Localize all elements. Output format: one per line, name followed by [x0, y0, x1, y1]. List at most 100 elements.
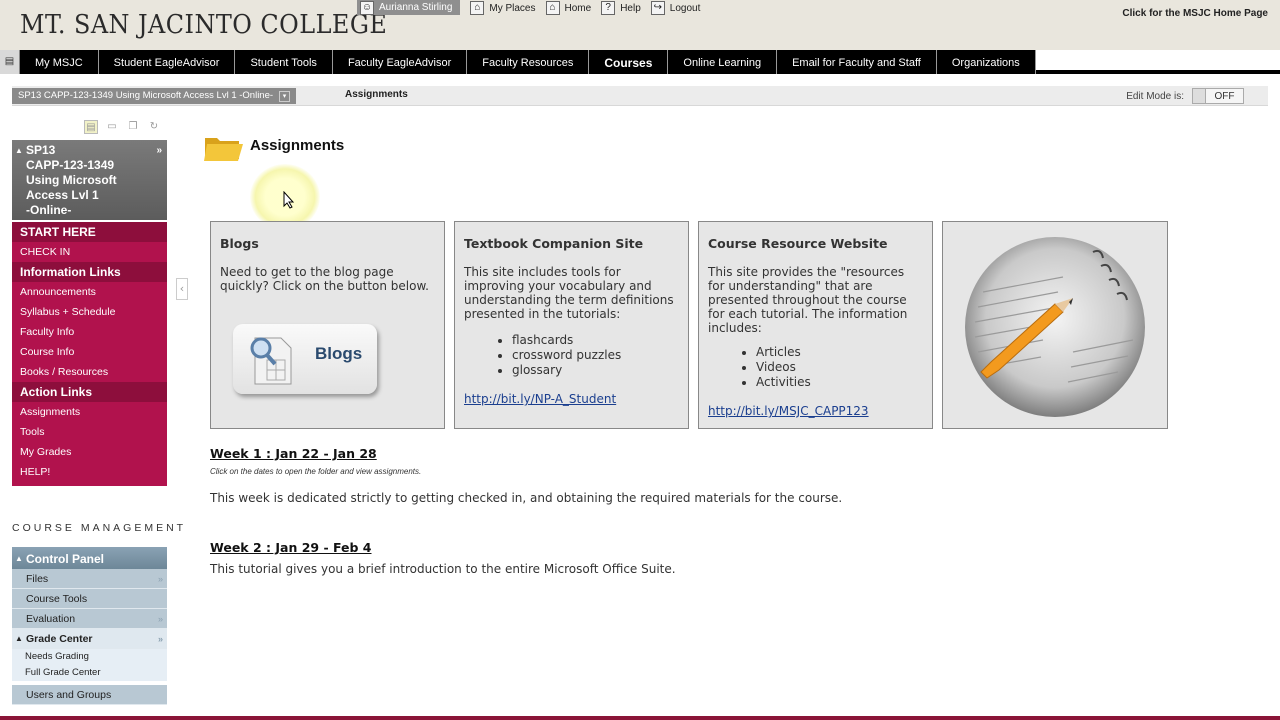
- college-logo[interactable]: MT. SAN JACINTO COLLEGE: [20, 10, 387, 40]
- menu-item-check-in[interactable]: CHECK IN: [12, 242, 167, 262]
- menu-item-help[interactable]: HELP!: [12, 462, 167, 482]
- course-title-line: Access Lvl 1: [26, 188, 99, 202]
- collapse-icon: ▲: [15, 554, 23, 563]
- logout-icon: ↪: [650, 1, 665, 15]
- help-link[interactable]: ? Help: [601, 0, 641, 16]
- list-view-icon[interactable]: ▤: [84, 120, 98, 134]
- control-panel-header[interactable]: ▲ Control Panel: [12, 547, 167, 569]
- user-name: Aurianna Stirling: [379, 2, 453, 13]
- cp-subitem-needs-grading[interactable]: Needs Grading: [12, 649, 167, 665]
- logout-label: Logout: [669, 2, 701, 14]
- cp-item-grade-center[interactable]: ▲ Grade Center »: [12, 629, 167, 649]
- help-label: Help: [620, 2, 641, 14]
- cp-item-label: Grade Center: [26, 633, 93, 645]
- week-1-description: This week is dedicated strictly to getti…: [210, 491, 843, 505]
- my-places-link[interactable]: ⌂ My Places: [470, 0, 536, 16]
- collapse-menu-icon[interactable]: ‹: [176, 278, 188, 300]
- blogs-button[interactable]: Blogs: [233, 324, 377, 394]
- textbook-text: This site includes tools for improving y…: [464, 265, 674, 321]
- header: MT. SAN JACINTO COLLEGE ☺ Aurianna Stirl…: [0, 0, 1280, 50]
- collapse-icon: ▲: [15, 634, 23, 643]
- week-2: Week 2 : Jan 29 - Feb 4 This tutorial gi…: [210, 540, 676, 576]
- breadcrumb-course-label: SP13 CAPP-123-1349 Using Microsoft Acces…: [18, 90, 274, 101]
- tab-email[interactable]: Email for Faculty and Staff: [777, 50, 937, 74]
- msjc-home-page-link[interactable]: Click for the MSJC Home Page: [1122, 8, 1268, 19]
- menu-view-icons: ▤ ▭ ❐ ↻: [84, 120, 161, 134]
- tab-courses[interactable]: Courses: [589, 50, 669, 74]
- logout-link[interactable]: ↪ Logout: [650, 0, 701, 16]
- course-menu: START HERE CHECK IN Information Links An…: [12, 222, 167, 486]
- collapse-icon[interactable]: ▲: [15, 143, 23, 158]
- help-icon: ?: [601, 1, 616, 15]
- dropdown-icon[interactable]: ▾: [279, 90, 291, 102]
- menu-heading-action-links: Action Links: [12, 382, 167, 402]
- list-item: Articles: [756, 345, 923, 360]
- user-icon: ☺: [360, 0, 374, 15]
- home-link[interactable]: ⌂ Home: [545, 0, 592, 16]
- course-title[interactable]: ▲ » SP13 CAPP-123-1349 Using Microsoft A…: [12, 140, 167, 220]
- tab-my-msjc[interactable]: My MSJC: [20, 50, 99, 74]
- my-places-label: My Places: [489, 2, 536, 14]
- edit-mode-value: OFF: [1214, 90, 1235, 102]
- breadcrumb-page: Assignments: [345, 89, 408, 100]
- chevron-right-icon: »: [157, 574, 163, 584]
- course-resource-link[interactable]: http://bit.ly/MSJC_CAPP123: [708, 404, 923, 418]
- expand-menu-icon[interactable]: »: [156, 143, 162, 158]
- tab-online-learning[interactable]: Online Learning: [668, 50, 778, 74]
- course-title-line: CAPP-123-1349: [26, 158, 115, 172]
- cp-item-files[interactable]: Files »: [12, 569, 167, 589]
- breadcrumb: SP13 CAPP-123-1349 Using Microsoft Acces…: [12, 86, 1268, 106]
- cp-item-label: Files: [26, 573, 49, 585]
- cp-item-evaluation[interactable]: Evaluation »: [12, 609, 167, 629]
- blogs-heading: Blogs: [220, 236, 259, 251]
- cp-item-course-tools[interactable]: Course Tools: [12, 589, 167, 609]
- tab-organizations[interactable]: Organizations: [937, 50, 1036, 74]
- tab-faculty-eagleadvisor[interactable]: Faculty EagleAdvisor: [333, 50, 468, 74]
- course-resource-card: Course Resource Website This site provid…: [698, 221, 933, 429]
- folder-view-icon[interactable]: ▭: [105, 120, 119, 134]
- week-1-link[interactable]: Week 1 : Jan 22 - Jan 28: [210, 446, 842, 461]
- menu-item-my-grades[interactable]: My Grades: [12, 442, 167, 462]
- menu-heading-start-here: START HERE: [12, 222, 167, 242]
- list-item: glossary: [512, 363, 679, 378]
- mouse-cursor-icon: [283, 191, 295, 209]
- menu-heading-information-links: Information Links: [12, 262, 167, 282]
- edit-mode-label: Edit Mode is:: [1126, 90, 1184, 102]
- nav-filler: [1035, 50, 1280, 74]
- bottom-bar: [0, 716, 1280, 720]
- tab-student-eagleadvisor[interactable]: Student EagleAdvisor: [99, 50, 236, 74]
- cp-item-users-and-groups[interactable]: Users and Groups: [12, 685, 167, 705]
- course-title-line: -Online-: [26, 203, 72, 217]
- breadcrumb-course[interactable]: SP13 CAPP-123-1349 Using Microsoft Acces…: [12, 88, 297, 104]
- edit-mode: Edit Mode is: OFF: [1126, 88, 1244, 104]
- course-resource-text: This site provides the "resources for un…: [708, 265, 908, 335]
- window-icon[interactable]: ❐: [126, 120, 140, 134]
- course-management-label: COURSE MANAGEMENT: [12, 522, 187, 534]
- course-title-line: SP13: [26, 143, 56, 157]
- page-title: Assignments: [250, 137, 345, 154]
- menu-item-assignments[interactable]: Assignments: [12, 402, 167, 422]
- menu-item-syllabus[interactable]: Syllabus + Schedule: [12, 302, 167, 322]
- textbook-companion-card: Textbook Companion Site This site includ…: [454, 221, 689, 429]
- menu-item-course-info[interactable]: Course Info: [12, 342, 167, 362]
- tab-faculty-resources[interactable]: Faculty Resources: [467, 50, 590, 74]
- user-name-badge[interactable]: ☺ Aurianna Stirling: [357, 0, 461, 15]
- blog-document-icon: [250, 337, 292, 385]
- textbook-link[interactable]: http://bit.ly/NP-A_Student: [464, 392, 679, 406]
- chevron-right-icon: »: [157, 634, 163, 644]
- cp-subitem-full-grade-center[interactable]: Full Grade Center: [12, 665, 167, 681]
- cp-item-label: Evaluation: [26, 613, 76, 625]
- refresh-icon[interactable]: ↻: [147, 120, 161, 134]
- week-2-link[interactable]: Week 2 : Jan 29 - Feb 4: [210, 540, 676, 555]
- nav-toggle-icon[interactable]: ▤: [0, 50, 20, 74]
- menu-item-tools[interactable]: Tools: [12, 422, 167, 442]
- edit-mode-toggle[interactable]: OFF: [1192, 88, 1244, 104]
- top-links: ☺ Aurianna Stirling ⌂ My Places ⌂ Home ?…: [357, 0, 700, 16]
- menu-item-faculty-info[interactable]: Faculty Info: [12, 322, 167, 342]
- tab-student-tools[interactable]: Student Tools: [235, 50, 333, 74]
- home-label: Home: [564, 2, 592, 14]
- menu-item-books-resources[interactable]: Books / Resources: [12, 362, 167, 382]
- course-title-line: Using Microsoft: [26, 173, 117, 187]
- menu-item-announcements[interactable]: Announcements: [12, 282, 167, 302]
- dictionary-pencil-image: [965, 237, 1145, 417]
